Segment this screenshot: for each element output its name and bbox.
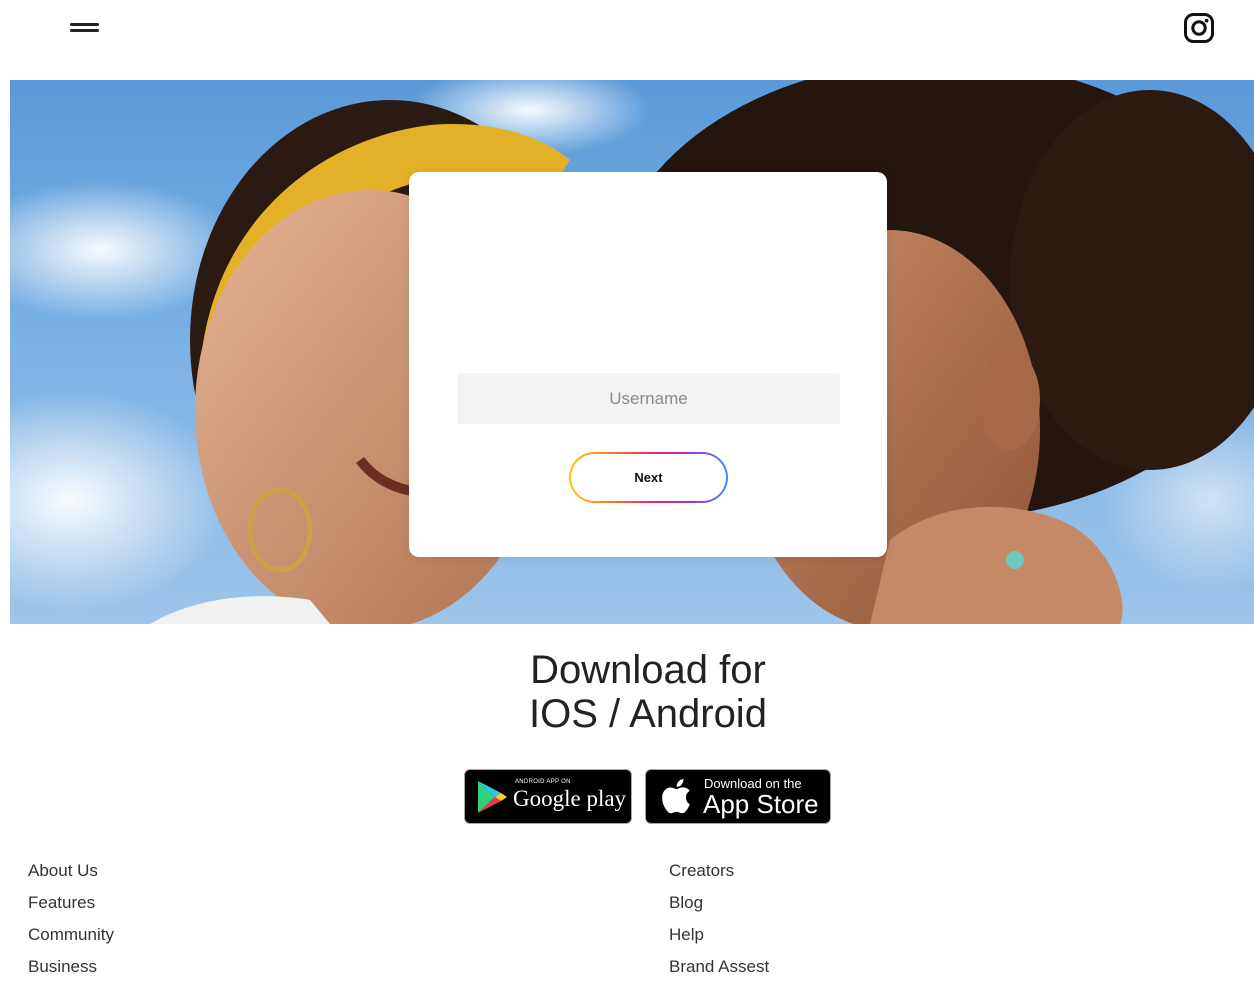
next-button-border[interactable]: Next [569,452,728,503]
next-button[interactable]: Next [571,454,726,501]
top-bar [0,0,1254,80]
google-play-large-text: Google play [513,786,627,811]
footer-link-about-us[interactable]: About Us [28,855,114,887]
username-input[interactable] [457,373,840,424]
instagram-icon[interactable] [1183,12,1215,44]
footer-link-help[interactable]: Help [669,919,769,951]
app-store-large-text: App Store [703,789,819,819]
download-heading-line1: Download for [530,648,766,692]
login-card: Next [409,172,887,557]
footer-link-brand-assest[interactable]: Brand Assest [669,951,769,983]
google-play-small-text: ANDROID APP ON [515,779,571,785]
download-heading-line2: IOS / Android [529,692,767,736]
footer-link-community[interactable]: Community [28,919,114,951]
footer-links-right: Creators Blog Help Brand Assest [669,855,769,983]
download-heading: Download for IOS / Android [0,648,1254,736]
app-store-badge[interactable]: Download on the App Store [645,769,831,824]
footer-link-creators[interactable]: Creators [669,855,769,887]
footer-link-business[interactable]: Business [28,951,114,983]
google-play-badge[interactable]: ANDROID APP ON Google play [464,769,632,824]
footer-link-blog[interactable]: Blog [669,887,769,919]
footer-links-left: About Us Features Community Business [28,855,114,983]
apple-icon [662,779,690,814]
hamburger-menu-icon[interactable] [70,20,99,34]
footer-link-features[interactable]: Features [28,887,114,919]
google-play-icon [478,781,507,813]
